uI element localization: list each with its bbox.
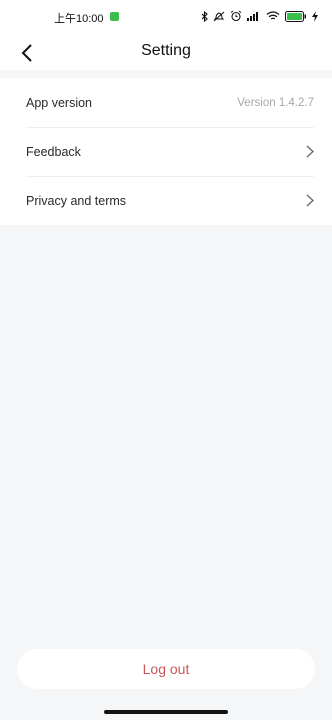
chevron-right-icon [306, 194, 314, 207]
nav-bar: Setting [0, 34, 332, 70]
settings-row-app-version: App version Version 1.4.2.7 [0, 78, 332, 127]
notification-icon [110, 12, 119, 21]
home-indicator [104, 710, 228, 714]
settings-list: App version Version 1.4.2.7 Feedback Pri… [0, 78, 332, 225]
status-bar: 上午10:00 [0, 0, 332, 34]
page-title: Setting [141, 42, 191, 59]
settings-row-privacy[interactable]: Privacy and terms [0, 176, 332, 225]
charging-icon [312, 10, 318, 22]
status-time: 上午10:00 [54, 13, 104, 25]
bluetooth-icon [201, 10, 208, 22]
status-icons [201, 9, 318, 23]
row-label: App version [26, 95, 93, 110]
wifi-icon [266, 11, 280, 21]
chevron-right-icon [306, 145, 314, 158]
logout-button[interactable]: Log out [17, 649, 315, 689]
row-label: Privacy and terms [26, 193, 127, 208]
row-label: Feedback [26, 144, 81, 159]
signal-icon [247, 11, 261, 21]
divider [0, 70, 332, 78]
app-version-value: Version 1.4.2.7 [237, 96, 314, 109]
settings-row-feedback[interactable]: Feedback [0, 127, 332, 176]
mute-icon [213, 11, 225, 22]
alarm-icon [230, 10, 242, 22]
battery-icon [285, 10, 307, 22]
